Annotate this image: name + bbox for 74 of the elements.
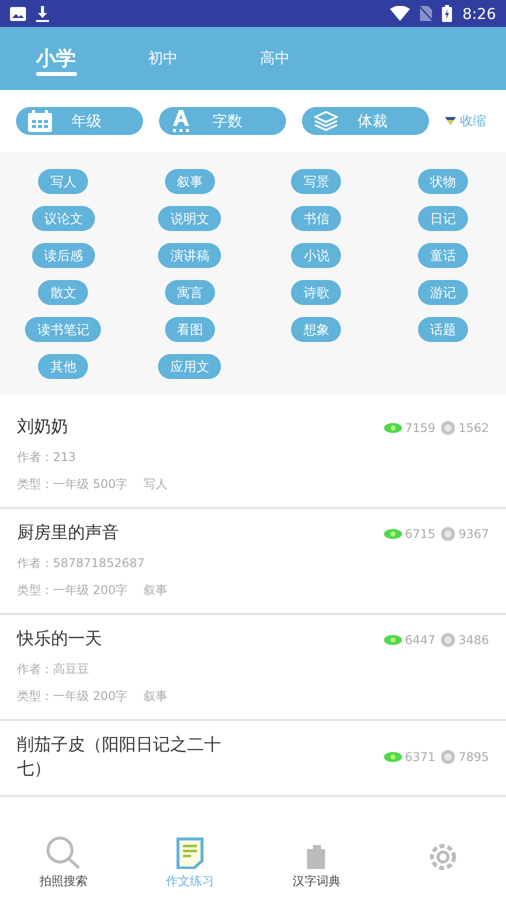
genre-text: 写人 — [144, 476, 168, 493]
eye-icon — [384, 529, 402, 539]
comment-count: 9367 — [458, 527, 489, 541]
article-title[interactable]: 削茄子皮（阳阳日记之二十七） — [17, 733, 247, 781]
genre-tag[interactable]: 读书笔记 — [25, 317, 102, 342]
genre-tag[interactable]: 状物 — [418, 169, 468, 194]
view-count: 6715 — [404, 527, 436, 541]
collapse-button[interactable]: 收缩 — [445, 112, 486, 130]
download-icon — [36, 6, 49, 22]
view-count: 7159 — [404, 421, 436, 435]
comment-icon — [441, 527, 456, 541]
level-tab[interactable]: 小学 — [36, 27, 148, 90]
type-text: 类型：一年级 500字 — [17, 476, 128, 493]
wifi-icon — [390, 6, 410, 21]
clock-time: 8:26 — [462, 4, 496, 22]
genre-tag[interactable]: 其他 — [38, 354, 88, 379]
genre-tag[interactable]: 读后感 — [32, 243, 95, 268]
genre-tag[interactable]: 小说 — [291, 243, 342, 268]
genre-tag[interactable]: 诗歌 — [291, 280, 342, 305]
genre-tag[interactable]: 写景 — [291, 169, 342, 194]
genre-tag[interactable]: 想象 — [291, 317, 342, 342]
comment-icon — [441, 421, 456, 435]
author-text: 作者：587871852687 — [17, 555, 146, 572]
eye-icon — [384, 752, 402, 762]
battery-icon — [442, 5, 452, 22]
genre-tag[interactable]: 说明文 — [158, 206, 222, 231]
nav-tab[interactable]: 作文练习 — [126, 830, 253, 900]
search-icon — [45, 835, 82, 869]
article-title[interactable]: 刘奶奶 — [17, 415, 247, 439]
comment-count: 3486 — [458, 633, 489, 647]
genre-tag[interactable]: 写人 — [38, 169, 88, 194]
calendar-icon — [28, 110, 52, 132]
eye-icon — [384, 423, 402, 433]
genre-tag[interactable]: 童话 — [418, 243, 468, 268]
genre-text: 叙事 — [144, 688, 168, 705]
genre-tag[interactable]: 议论文 — [32, 206, 95, 231]
genre-tag[interactable]: 寓言 — [164, 280, 215, 305]
genre-tag[interactable]: 书信 — [291, 206, 342, 231]
level-tab[interactable]: 初中 — [148, 27, 260, 90]
genre-tag[interactable]: 叙事 — [164, 169, 215, 194]
genre-tag[interactable]: 演讲稿 — [158, 243, 222, 268]
type-text: 类型：一年级 200字 — [17, 582, 128, 599]
level-tab[interactable]: 高中 — [260, 27, 372, 90]
gear-icon — [428, 842, 458, 872]
article-title[interactable]: 快乐的一天 — [17, 627, 247, 651]
genre-tag[interactable]: 散文 — [38, 280, 88, 305]
image-icon — [10, 6, 26, 20]
filter-button[interactable]: 字数 — [159, 107, 286, 135]
comment-count: 7895 — [458, 750, 489, 764]
genre-text: 叙事 — [144, 582, 168, 599]
type-text: 类型：一年级 200字 — [17, 688, 128, 705]
letter-icon — [171, 110, 191, 132]
comment-icon — [441, 633, 456, 647]
comment-icon — [441, 750, 456, 764]
genre-tag[interactable]: 日记 — [418, 206, 468, 231]
view-count: 6447 — [404, 633, 436, 647]
document-icon — [176, 837, 204, 869]
genre-tag[interactable]: 看图 — [164, 317, 215, 342]
no-sim-icon — [420, 6, 432, 21]
genre-tag[interactable]: 游记 — [418, 280, 468, 305]
nav-tab[interactable]: 汉字词典 — [253, 830, 380, 900]
author-text: 作者：213 — [17, 449, 77, 466]
eye-icon — [384, 635, 402, 645]
layers-icon — [314, 111, 338, 131]
view-count: 6371 — [404, 750, 436, 764]
triangle-icon — [445, 117, 456, 125]
genre-tag[interactable]: 话题 — [418, 317, 468, 342]
article-title[interactable]: 厨房里的声音 — [17, 521, 247, 545]
filter-button[interactable]: 体裁 — [302, 107, 429, 135]
genre-tag[interactable]: 应用文 — [158, 354, 222, 379]
filter-button[interactable]: 年级 — [16, 107, 143, 135]
nav-tab[interactable]: 拍照搜索 — [0, 830, 126, 900]
comment-count: 1562 — [458, 421, 489, 435]
author-text: 作者：高豆豆 — [17, 661, 90, 678]
